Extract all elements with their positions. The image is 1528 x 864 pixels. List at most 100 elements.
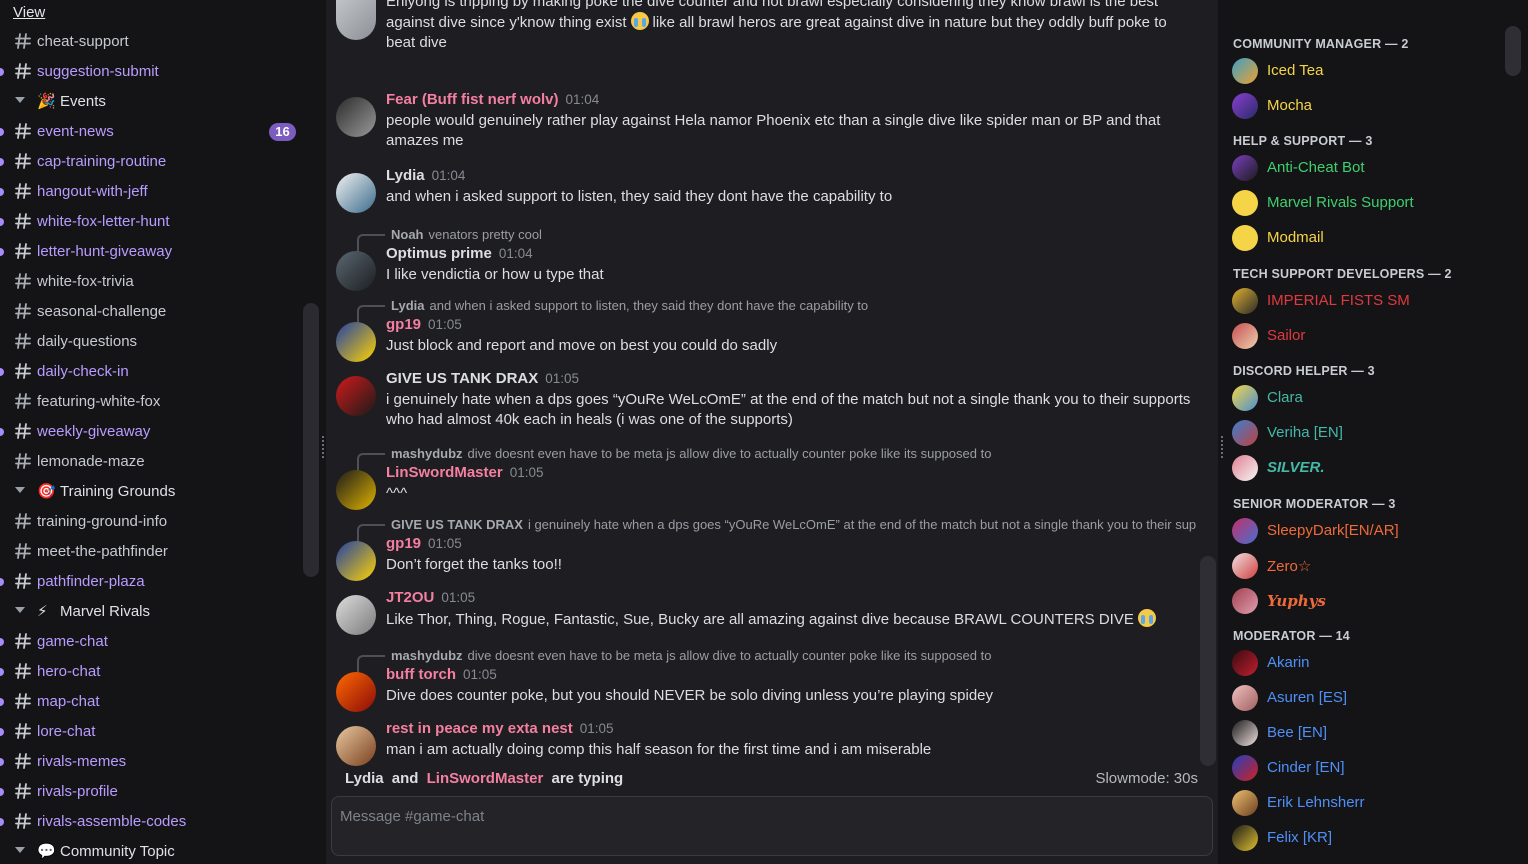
avatar [1232, 288, 1258, 314]
member-name: Cinder [EN] [1267, 759, 1345, 776]
member-clara[interactable]: Clara [1218, 383, 1498, 418]
hashtag-icon [13, 361, 33, 381]
message-header: JT2OU 01:05 [386, 589, 475, 607]
channel-lore-chat[interactable]: lore-chat [0, 717, 300, 747]
avatar[interactable] [336, 376, 376, 416]
channel-daily-check-in[interactable]: daily-check-in [0, 357, 300, 387]
category-community-topic[interactable]: 💬 Community Topic [0, 837, 300, 864]
member-akarin[interactable]: Akarin [1218, 648, 1498, 683]
avatar[interactable] [336, 541, 376, 581]
message-author[interactable]: buff torch [386, 666, 456, 683]
channel-letter-hunt-giveaway[interactable]: letter-hunt-giveaway [0, 237, 300, 267]
channel-training-ground-info[interactable]: training-ground-info [0, 507, 300, 537]
category-events[interactable]: 🎉 Events [0, 87, 300, 117]
message-author[interactable]: LinSwordMaster [386, 464, 503, 481]
member-marvel-rivals-support[interactable]: Marvel Rivals Support [1218, 188, 1498, 223]
member-asuren-es[interactable]: Asuren [ES] [1218, 683, 1498, 718]
channel-suggestion-submit[interactable]: suggestion-submit [0, 57, 300, 87]
message-content: people would genuinely rather play again… [386, 111, 1196, 151]
channel-name: training-ground-info [37, 513, 168, 530]
sidebar-scrollbar[interactable] [303, 303, 319, 577]
channel-lemonade-maze[interactable]: lemonade-maze [0, 447, 300, 477]
channel-cap-training-routine[interactable]: cap-training-routine [0, 147, 300, 177]
category-marvel-rivals[interactable]: ⚡ Marvel Rivals [0, 597, 300, 627]
channel-hangout-with-jeff[interactable]: hangout-with-jeff [0, 177, 300, 207]
avatar[interactable] [336, 595, 376, 635]
member-zero[interactable]: Zero☆ [1218, 551, 1498, 586]
view-menu[interactable]: View [13, 4, 45, 21]
chat-scrollbar[interactable] [1200, 556, 1216, 766]
member-imperial-fists-sm[interactable]: IMPERIAL FISTS SM [1218, 286, 1498, 321]
channel-name: lore-chat [37, 723, 96, 740]
message-author[interactable]: Lydia [386, 167, 425, 184]
typing-user-1: Lydia [345, 770, 384, 787]
reply-preview[interactable]: mashydubz dive doesnt even have to be met… [386, 648, 1196, 664]
channel-map-chat[interactable]: map-chat [0, 687, 300, 717]
channel-meet-the-pathfinder[interactable]: meet-the-pathfinder [0, 537, 300, 567]
category-training-grounds[interactable]: 🎯 Training Grounds [0, 477, 300, 507]
channel-sidebar: View cheat-support suggestion-submit 🎉 Even… [0, 0, 326, 864]
channel-hero-chat[interactable]: hero-chat [0, 657, 300, 687]
message-input[interactable] [332, 797, 1212, 835]
channel-weekly-giveaway[interactable]: weekly-giveaway [0, 417, 300, 447]
category-name: Training Grounds [60, 483, 176, 500]
channel-rivals-memes[interactable]: rivals-memes [0, 747, 300, 777]
channel-game-chat[interactable]: game-chat [0, 627, 300, 657]
avatar[interactable] [336, 97, 376, 137]
member-list-scrollbar[interactable] [1505, 26, 1521, 76]
typing-user-2: LinSwordMaster [426, 770, 544, 787]
reply-preview[interactable]: GIVE US TANK DRAX i genuinely hate when a… [386, 517, 1196, 533]
avatar[interactable] [336, 173, 376, 213]
member-name: Yuphys [1267, 592, 1326, 610]
sidebar-resize-handle[interactable] [322, 436, 325, 458]
message-author[interactable]: gp19 [386, 316, 421, 333]
member-iced-tea[interactable]: Iced Tea [1218, 56, 1498, 91]
message-timestamp: 01:04 [565, 92, 600, 107]
channel-white-fox-letter-hunt[interactable]: white-fox-letter-hunt [0, 207, 300, 237]
member-cinder-en[interactable]: Cinder [EN] [1218, 753, 1498, 788]
message-author[interactable]: JT2OU [386, 589, 434, 606]
hashtag-icon [13, 451, 33, 471]
member-mocha[interactable]: Mocha [1218, 91, 1498, 126]
hashtag-icon [13, 781, 33, 801]
member-yuphys[interactable]: Yuphys [1218, 586, 1498, 621]
message-author[interactable]: Fear (Buff fist nerf wolv) [386, 91, 559, 108]
reply-preview[interactable]: mashydubz dive doesnt even have to be met… [386, 446, 1196, 462]
avatar[interactable] [336, 470, 376, 510]
member-sailor[interactable]: Sailor [1218, 321, 1498, 356]
avatar[interactable] [336, 726, 376, 766]
channel-featuring-white-fox[interactable]: featuring-white-fox [0, 387, 300, 417]
channel-cheat-support[interactable]: cheat-support [0, 27, 300, 57]
avatar[interactable] [336, 322, 376, 362]
channel-event-news[interactable]: event-news 16 [0, 117, 300, 147]
member-erik-lehnsherr[interactable]: Erik Lehnsherr [1218, 788, 1498, 823]
avatar[interactable] [336, 0, 376, 40]
member-anti-cheat-bot[interactable]: Anti-Cheat Bot [1218, 153, 1498, 188]
typing-and: and [391, 770, 419, 787]
member-modmail[interactable]: Modmail [1218, 223, 1498, 258]
channel-daily-questions[interactable]: daily-questions [0, 327, 300, 357]
channel-pathfinder-plaza[interactable]: pathfinder-plaza [0, 567, 300, 597]
message-author[interactable]: Optimus prime [386, 245, 492, 262]
member-sleepydark-en-ar[interactable]: SleepyDark[EN/AR] [1218, 516, 1498, 551]
message-header: Lydia 01:04 [386, 167, 465, 185]
channel-white-fox-trivia[interactable]: white-fox-trivia [0, 267, 300, 297]
channel-rivals-profile[interactable]: rivals-profile [0, 777, 300, 807]
reply-preview[interactable]: Noah venators pretty cool [386, 227, 1196, 243]
channel-rivals-assemble-codes[interactable]: rivals-assemble-codes [0, 807, 300, 837]
member-bee-en[interactable]: Bee [EN] [1218, 718, 1498, 753]
member-name: IMPERIAL FISTS SM [1267, 292, 1410, 309]
channel-seasonal-challenge[interactable]: seasonal-challenge [0, 297, 300, 327]
hashtag-icon [13, 511, 33, 531]
message-author[interactable]: rest in peace my exta nest [386, 720, 573, 737]
reply-preview[interactable]: Lydia and when i asked support to listen,… [386, 298, 1196, 314]
message-author[interactable]: GIVE US TANK DRAX [386, 370, 538, 387]
message-header: LinSwordMaster 01:05 [386, 464, 543, 482]
message-timestamp: 01:05 [428, 317, 462, 332]
member-veriha-en[interactable]: Veriha [EN] [1218, 418, 1498, 453]
member-silver[interactable]: SILVER. [1218, 453, 1498, 488]
avatar[interactable] [336, 251, 376, 291]
avatar[interactable] [336, 672, 376, 712]
message-author[interactable]: gp19 [386, 535, 421, 552]
member-felix-kr[interactable]: Felix [KR] [1218, 823, 1498, 858]
